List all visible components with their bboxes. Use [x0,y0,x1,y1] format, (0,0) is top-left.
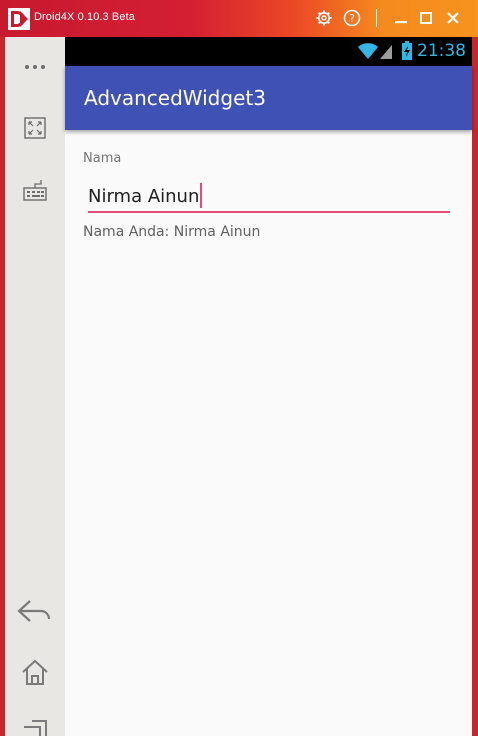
back-icon[interactable] [15,596,53,626]
fullscreen-icon[interactable] [20,113,50,143]
minimize-icon[interactable] [391,8,411,28]
emulator-sidebar [5,37,65,736]
svg-text:?: ? [349,12,355,25]
wifi-icon [358,43,378,59]
title-bar[interactable]: Droid4X 0.10.3 Beta ? [0,0,478,37]
maximize-icon[interactable] [416,8,436,28]
keyboard-icon[interactable] [20,175,50,205]
app-bar: AdvancedWidget3 [65,66,472,130]
text-cursor [200,183,202,208]
name-input-container[interactable] [88,181,450,213]
name-input[interactable] [88,181,450,211]
emulator-window: Droid4X 0.10.3 Beta ? 21:38 AdvancedWidg… [0,0,478,736]
android-screen: 21:38 AdvancedWidget3 Nama Nama Anda: Ni… [65,37,472,736]
signal-icon [380,45,392,59]
app-title: AdvancedWidget3 [84,86,266,110]
close-icon[interactable] [443,8,463,28]
home-icon[interactable] [20,657,50,687]
title-divider [376,9,377,27]
window-title: Droid4X 0.10.3 Beta [34,11,135,23]
battery-icon [402,41,412,60]
more-icon[interactable] [20,52,50,82]
help-icon[interactable]: ? [342,8,362,28]
status-time: 21:38 [417,41,466,61]
name-output: Nama Anda: Nirma Ainun [83,224,261,240]
droid4x-logo-icon [8,8,30,30]
status-bar: 21:38 [65,37,472,66]
recents-icon[interactable] [20,717,50,736]
name-label: Nama [83,151,122,166]
settings-icon[interactable] [314,8,334,28]
